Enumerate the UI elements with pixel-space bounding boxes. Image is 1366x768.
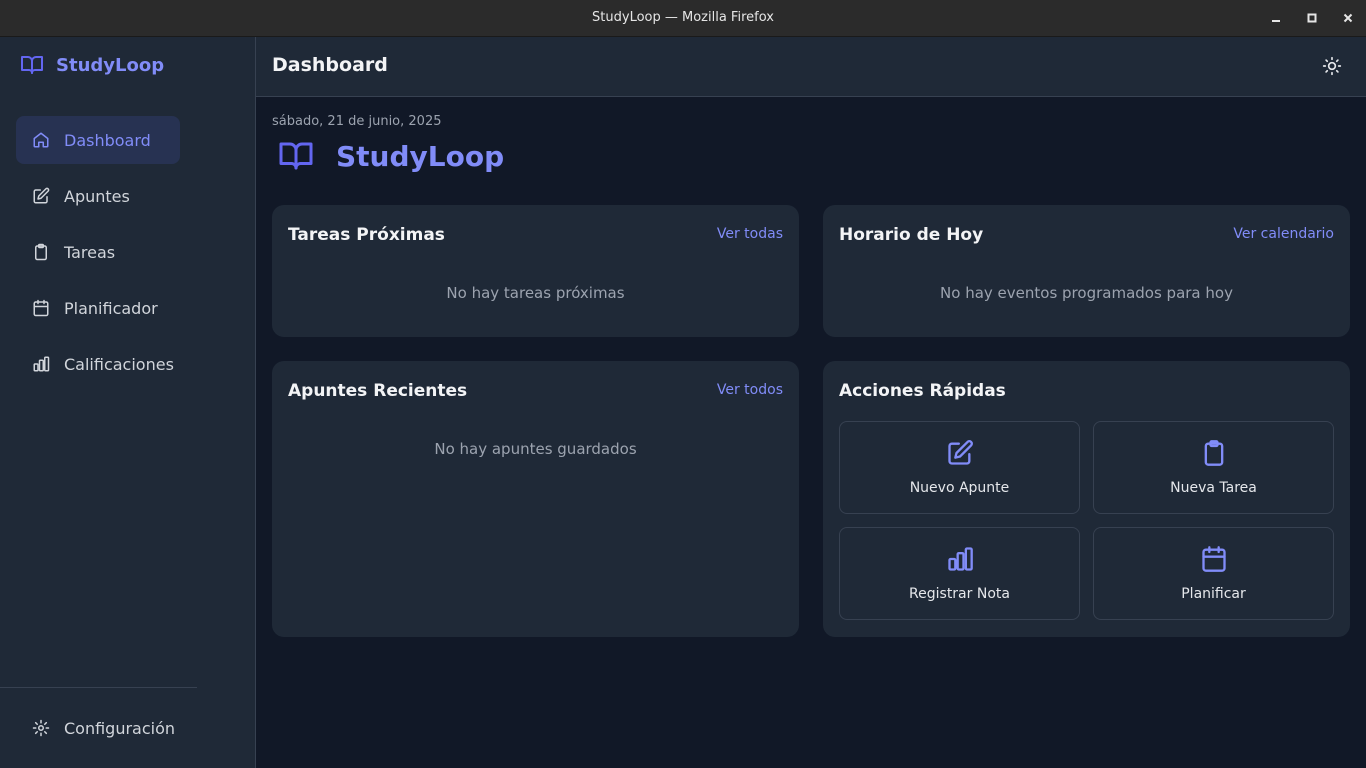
bar-chart-icon xyxy=(948,547,973,571)
hero-title: StudyLoop xyxy=(336,139,505,173)
view-calendar-link[interactable]: Ver calendario xyxy=(1233,226,1334,242)
window-title: StudyLoop — Mozilla Firefox xyxy=(592,10,774,25)
edit-icon xyxy=(948,440,973,465)
sidebar-item-label: Configuración xyxy=(64,718,176,738)
card-title: Acciones Rápidas xyxy=(839,381,1006,401)
bar-chart-icon xyxy=(33,356,50,372)
sidebar-item-tareas[interactable]: Tareas xyxy=(16,228,180,276)
hero-brand: StudyLoop xyxy=(278,138,504,174)
upcoming-tasks-card: Tareas Próximas Ver todas No hay tareas … xyxy=(272,205,799,337)
brand-name: StudyLoop xyxy=(56,54,165,76)
view-all-tasks-link[interactable]: Ver todas xyxy=(717,226,783,242)
sidebar-item-calificaciones[interactable]: Calificaciones xyxy=(16,340,180,388)
empty-state: No hay tareas próximas xyxy=(446,284,625,302)
clipboard-icon xyxy=(1204,440,1224,466)
action-label: Nueva Tarea xyxy=(1170,480,1257,496)
action-label: Registrar Nota xyxy=(909,586,1010,602)
sun-icon[interactable] xyxy=(1322,56,1342,76)
calendar-icon xyxy=(33,299,49,317)
sidebar-item-label: Tareas xyxy=(64,242,116,262)
new-task-button[interactable]: Nueva Tarea xyxy=(1093,421,1334,514)
close-icon[interactable] xyxy=(1340,10,1356,26)
clipboard-icon xyxy=(35,243,47,261)
current-date: sábado, 21 de junio, 2025 xyxy=(272,114,442,129)
maximize-icon[interactable] xyxy=(1304,10,1320,26)
page-title: Dashboard xyxy=(272,54,388,76)
window-titlebar: StudyLoop — Mozilla Firefox xyxy=(0,0,1366,37)
register-grade-button[interactable]: Registrar Nota xyxy=(839,527,1080,620)
empty-state: No hay eventos programados para hoy xyxy=(940,284,1233,302)
plan-button[interactable]: Planificar xyxy=(1093,527,1334,620)
action-label: Nuevo Apunte xyxy=(909,480,1010,496)
edit-icon xyxy=(33,187,50,204)
sidebar-item-label: Apuntes xyxy=(64,186,130,206)
book-open-icon xyxy=(279,142,313,170)
sidebar-item-label: Calificaciones xyxy=(64,354,174,374)
quick-actions-card: Acciones Rápidas Nuevo Apunte Nueva Tare… xyxy=(823,361,1350,637)
sidebar-item-configuracion[interactable]: Configuración xyxy=(16,704,180,752)
card-title: Tareas Próximas xyxy=(288,225,445,245)
card-title: Horario de Hoy xyxy=(839,225,984,245)
sidebar-item-planificador[interactable]: Planificador xyxy=(16,284,180,332)
card-title: Apuntes Recientes xyxy=(288,381,468,401)
sidebar-item-apuntes[interactable]: Apuntes xyxy=(16,172,180,220)
gear-icon xyxy=(32,719,50,737)
book-open-icon xyxy=(21,56,43,74)
sidebar-divider xyxy=(0,687,197,688)
home-icon xyxy=(33,132,49,148)
calendar-icon xyxy=(1202,546,1226,572)
view-all-notes-link[interactable]: Ver todos xyxy=(717,382,783,398)
sidebar-item-label: Planificador xyxy=(64,298,158,318)
action-label: Planificar xyxy=(1181,586,1246,602)
sidebar: StudyLoop Dashboard Apuntes Tareas Plani… xyxy=(0,37,256,768)
today-schedule-card: Horario de Hoy Ver calendario No hay eve… xyxy=(823,205,1350,337)
minimize-icon[interactable] xyxy=(1268,10,1284,26)
page-header: Dashboard xyxy=(256,37,1366,97)
recent-notes-card: Apuntes Recientes Ver todos No hay apunt… xyxy=(272,361,799,637)
sidebar-item-label: Dashboard xyxy=(64,130,151,150)
new-note-button[interactable]: Nuevo Apunte xyxy=(839,421,1080,514)
empty-state: No hay apuntes guardados xyxy=(434,440,637,458)
sidebar-item-dashboard[interactable]: Dashboard xyxy=(16,116,180,164)
brand[interactable]: StudyLoop xyxy=(20,51,164,79)
